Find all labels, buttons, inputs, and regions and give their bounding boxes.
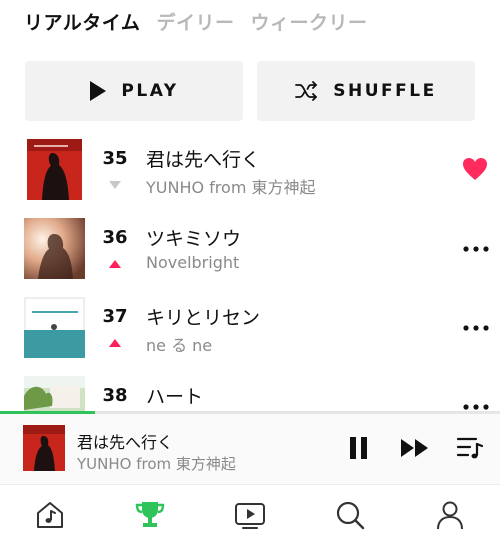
track-artist: YUNHO from 東方神起 <box>146 178 316 197</box>
shuffle-icon <box>295 81 318 101</box>
trend-up-icon <box>109 339 121 347</box>
track-artist: ne る ne <box>146 336 213 355</box>
mini-player[interactable]: 君は先へ行く YUNHO from 東方神起 <box>0 414 500 484</box>
search-icon[interactable] <box>334 499 366 531</box>
track-row[interactable]: 36 ツキミソウ Novelbright <box>0 218 500 296</box>
shuffle-button[interactable]: SHUFFLE <box>257 61 475 121</box>
play-label: PLAY <box>121 81 179 101</box>
person-icon[interactable] <box>434 499 466 531</box>
album-art <box>24 297 85 358</box>
tab-realtime[interactable]: リアルタイム <box>24 8 140 35</box>
trend-down-icon <box>109 181 121 189</box>
fast-forward-icon[interactable] <box>400 438 430 458</box>
track-title: 君は先へ行く <box>146 149 261 171</box>
rank-number: 35 <box>102 148 128 169</box>
trend-up-icon <box>109 260 121 268</box>
rank-number: 36 <box>102 227 128 248</box>
trophy-icon[interactable] <box>134 499 166 531</box>
rank-number: 37 <box>102 306 128 327</box>
album-art <box>24 139 85 200</box>
shuffle-label: SHUFFLE <box>333 81 437 101</box>
more-options-icon[interactable] <box>462 323 490 333</box>
rank-number: 38 <box>102 385 128 406</box>
track-row[interactable]: 38 ハート <box>0 376 500 411</box>
track-row[interactable]: 35 君は先へ行く YUNHO from 東方神起 <box>0 139 500 217</box>
more-options-icon[interactable] <box>462 402 490 411</box>
tab-daily[interactable]: デイリー <box>156 8 234 35</box>
play-icon <box>90 81 107 101</box>
tab-weekly[interactable]: ウィークリー <box>250 8 367 35</box>
track-title: ハート <box>146 386 204 408</box>
playlist-queue-icon[interactable] <box>456 435 484 461</box>
music-home-icon[interactable] <box>34 499 66 531</box>
track-title: キリとリセン <box>146 307 261 329</box>
more-options-icon[interactable] <box>462 244 490 254</box>
video-play-icon[interactable] <box>234 499 266 531</box>
play-all-button[interactable]: PLAY <box>25 61 243 121</box>
track-row[interactable]: 37 キリとリセン ne る ne <box>0 297 500 375</box>
bottom-navigation <box>0 484 500 545</box>
now-playing-title: 君は先へ行く <box>77 433 174 452</box>
now-playing-album-art <box>23 425 65 471</box>
heart-icon[interactable] <box>462 157 488 181</box>
track-title: ツキミソウ <box>146 228 242 250</box>
now-playing-artist: YUNHO from 東方神起 <box>77 455 236 473</box>
album-art <box>24 376 85 411</box>
album-art <box>24 218 85 279</box>
pause-icon[interactable] <box>348 436 370 460</box>
track-artist: Novelbright <box>146 253 240 272</box>
chart-period-tabs: リアルタイム デイリー ウィークリー <box>24 8 367 35</box>
